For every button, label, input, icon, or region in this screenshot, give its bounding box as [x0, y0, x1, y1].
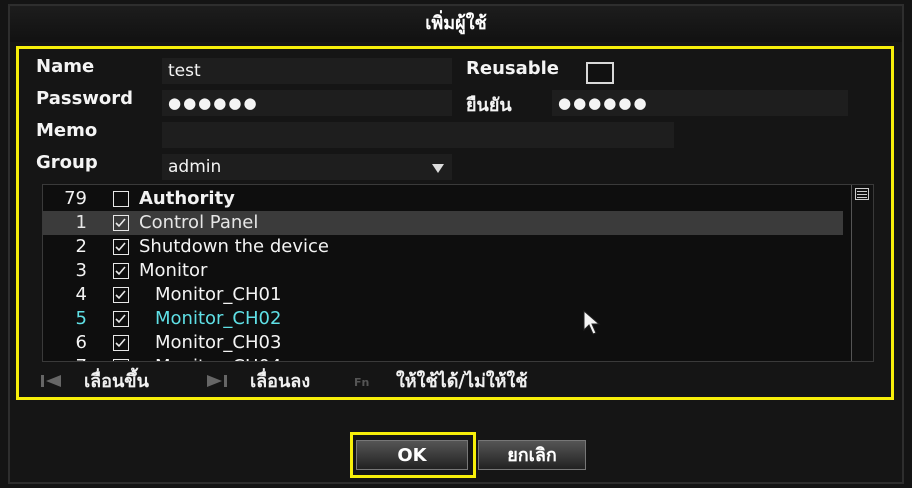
row-checkbox[interactable] [113, 311, 129, 327]
password-label: Password [36, 88, 134, 109]
authority-checkbox[interactable] [113, 191, 129, 207]
confirm-password-label: ยืนยัน [466, 95, 512, 116]
row-number: 1 [75, 212, 87, 233]
authority-row[interactable]: 1 Control Panel [43, 211, 843, 235]
fn-key-icon: Fn [354, 376, 370, 389]
authority-header-row[interactable]: 79 Authority [43, 187, 843, 211]
scroll-up-hint: เลื่อนขึ้น [84, 371, 149, 392]
row-label: Monitor_CH03 [155, 332, 282, 353]
row-checkbox[interactable] [113, 287, 129, 303]
password-field[interactable]: ●●●●●● [162, 90, 452, 116]
row-label: Shutdown the device [139, 236, 329, 257]
cancel-button[interactable]: ยกเลิก [478, 440, 586, 470]
row-label: Control Panel [139, 212, 259, 233]
authority-count: 79 [64, 188, 87, 209]
dialog-title: เพิ่มผู้ใช้ [10, 6, 902, 42]
list-scrollbar[interactable] [851, 185, 873, 361]
group-value: admin [168, 157, 222, 177]
name-label: Name [36, 56, 95, 77]
group-label: Group [36, 152, 98, 173]
row-checkbox[interactable] [113, 263, 129, 279]
key-hints: เลื่อนขึ้น เลื่อนลง Fn ให้ใช้ได้/ไม่ให้ใ… [40, 368, 860, 396]
confirm-password-field[interactable]: ●●●●●● [552, 90, 848, 116]
toggle-permission-hint: ให้ใช้ได้/ไม่ให้ใช้ [396, 371, 528, 392]
group-dropdown[interactable]: admin [162, 154, 452, 180]
authority-row[interactable]: 6 Monitor_CH03 [43, 331, 843, 355]
reusable-label: Reusable [466, 58, 560, 79]
row-number: 6 [75, 332, 87, 353]
add-user-dialog: เพิ่มผู้ใช้ Name test Reusable Password … [8, 4, 904, 484]
skip-back-icon [41, 375, 61, 387]
row-label: Monitor_CH02 [155, 308, 282, 329]
name-field[interactable]: test [162, 58, 452, 84]
confirm-password-value: ●●●●●● [558, 94, 649, 112]
row-number: 4 [75, 284, 87, 305]
row-label: Monitor_CH01 [155, 284, 282, 305]
row-checkbox[interactable] [113, 239, 129, 255]
scroll-thumb[interactable] [855, 188, 869, 200]
row-number: 3 [75, 260, 87, 281]
authority-row[interactable]: 3 Monitor [43, 259, 843, 283]
mouse-cursor-icon [583, 310, 601, 335]
row-label: Monitor [139, 260, 208, 281]
row-number: 5 [75, 308, 87, 329]
authority-row[interactable]: 2 Shutdown the device [43, 235, 843, 259]
authority-row[interactable]: 7 Monitor_CH04 [43, 355, 843, 361]
row-checkbox[interactable] [113, 215, 129, 231]
row-checkbox[interactable] [113, 335, 129, 351]
scroll-down-hint: เลื่อนลง [250, 371, 311, 392]
password-value: ●●●●●● [168, 94, 259, 112]
authority-row[interactable]: 4 Monitor_CH01 [43, 283, 843, 307]
reusable-checkbox[interactable] [586, 62, 614, 84]
authority-label: Authority [139, 188, 235, 209]
name-value: test [168, 61, 201, 81]
row-number: 2 [75, 236, 87, 257]
authority-list[interactable]: 79 Authority 1 Control Panel 2 Shutdown the… [42, 184, 874, 362]
authority-row[interactable]: 5 Monitor_CH02 [43, 307, 843, 331]
skip-forward-icon [207, 375, 227, 387]
row-label: Monitor_CH04 [155, 355, 281, 361]
ok-button[interactable]: OK [356, 440, 468, 470]
row-checkbox[interactable] [113, 359, 129, 361]
chevron-down-icon [432, 164, 444, 173]
row-number: 7 [43, 355, 95, 361]
memo-label: Memo [36, 120, 98, 141]
memo-field[interactable] [162, 122, 674, 148]
